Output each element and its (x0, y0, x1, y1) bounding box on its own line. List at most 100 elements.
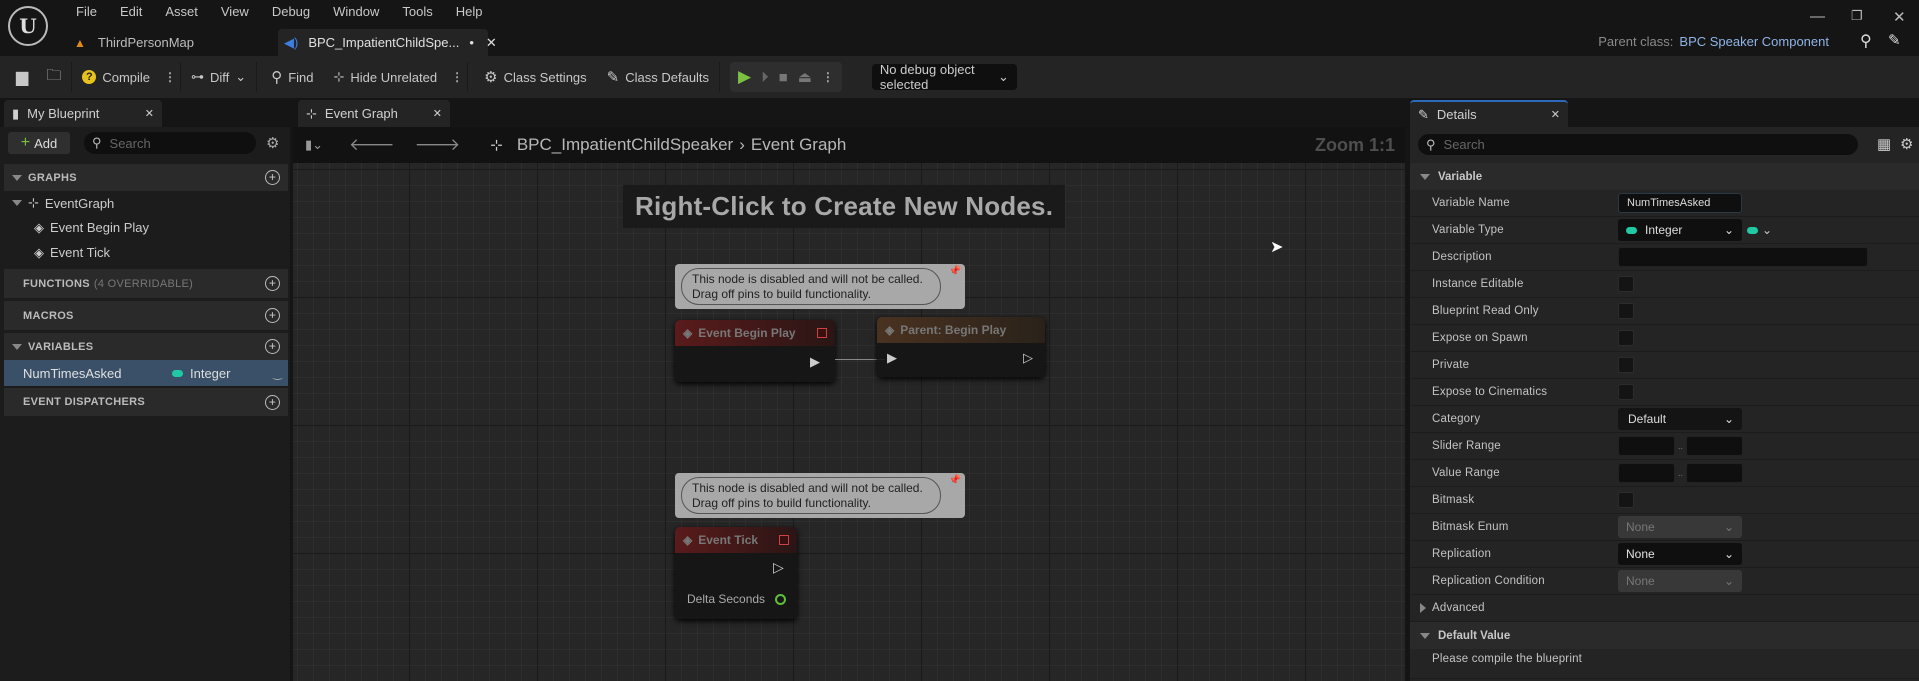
menu-debug[interactable]: Debug (262, 4, 323, 20)
close-icon[interactable]: ✕ (1551, 108, 1560, 121)
visibility-eye-icon[interactable]: ‿ (273, 367, 282, 380)
class-settings-button[interactable]: ⚙ Class Settings (468, 56, 597, 98)
parent-class-link[interactable]: BPC Speaker Component (1679, 34, 1829, 49)
play-icon[interactable]: ▶ (738, 67, 751, 87)
tab-third-person-map[interactable]: ▲ ThirdPersonMap (68, 29, 268, 56)
menu-file[interactable]: File (66, 4, 110, 20)
menu-window[interactable]: Window (323, 4, 392, 20)
pin-icon[interactable]: 📌 (949, 266, 961, 277)
table-view-icon[interactable]: ▦ (1877, 135, 1891, 153)
description-input[interactable] (1618, 247, 1868, 267)
menu-edit[interactable]: Edit (110, 4, 155, 20)
pin-icon[interactable]: 📌 (949, 475, 961, 486)
event-graph-canvas[interactable]: ▮⌄ 🡐 🡒 ⊹ BPC_ImpatientChildSpeaker › Eve… (293, 127, 1405, 681)
add-function-icon[interactable]: + (265, 276, 280, 291)
hide-unrelated-button[interactable]: ⊹ Hide Unrelated (323, 56, 447, 98)
exec-in-pin[interactable]: ▶ (887, 350, 897, 366)
graph-item-event-begin-play[interactable]: ◈ Event Begin Play (4, 215, 288, 240)
menu-tools[interactable]: Tools (392, 4, 445, 20)
delegate-pin-icon[interactable] (817, 328, 827, 338)
compile-button[interactable]: ? Compile (72, 56, 160, 98)
save-button[interactable]: ▆ (0, 56, 36, 98)
diff-button[interactable]: ⊶ Diff ⌄ (181, 56, 256, 98)
menu-asset[interactable]: Asset (155, 4, 211, 20)
value-range-max-input[interactable] (1686, 463, 1744, 483)
add-dispatcher-icon[interactable]: + (265, 394, 280, 410)
section-macros[interactable]: MACROS + (4, 301, 288, 330)
graph-item-eventgraph[interactable]: ⊹ EventGraph (4, 191, 288, 215)
delegate-pin-icon[interactable] (779, 535, 789, 545)
category-combobox[interactable]: Default ⌄ (1618, 408, 1742, 430)
class-defaults-button[interactable]: ✎ Class Defaults (597, 56, 719, 98)
play-options-icon[interactable]: ⋮ (822, 70, 834, 84)
float-pin[interactable] (775, 594, 786, 605)
bitmask-checkbox[interactable] (1618, 492, 1634, 508)
blueprint-search-input[interactable]: ⚲ Search (84, 132, 256, 154)
section-variable[interactable]: Variable (1410, 163, 1919, 190)
browse-parent-icon[interactable]: ⚲ (1860, 31, 1872, 51)
browse-button[interactable]: 🗀 (36, 56, 71, 98)
minimize-icon[interactable]: — (1810, 8, 1825, 25)
tab-my-blueprint[interactable]: ▮ My Blueprint ✕ (4, 100, 162, 127)
breadcrumb-graph[interactable]: Event Graph (751, 135, 846, 155)
edit-parent-icon[interactable]: ✎ (1888, 31, 1901, 49)
row-advanced[interactable]: Advanced (1410, 595, 1919, 622)
forward-arrow-icon[interactable]: 🡒 (415, 135, 461, 155)
menu-view[interactable]: View (211, 4, 262, 20)
eject-icon[interactable]: ⏏ (798, 68, 812, 86)
details-search-input[interactable]: ⚲ Search (1418, 134, 1858, 155)
expose-on-spawn-checkbox[interactable] (1618, 330, 1634, 346)
find-button[interactable]: ⚲ Find (257, 56, 323, 98)
section-event-dispatchers[interactable]: EVENT DISPATCHERS + (4, 388, 288, 416)
restore-icon[interactable]: ❐ (1851, 8, 1863, 24)
close-tab-icon[interactable]: ✕ (486, 35, 497, 51)
variable-name-input[interactable]: NumTimesAsked (1618, 193, 1742, 213)
close-window-icon[interactable]: ✕ (1893, 8, 1906, 26)
add-graph-icon[interactable]: + (265, 170, 280, 185)
variable-item[interactable]: NumTimesAsked Integer ‿ (4, 360, 288, 386)
section-variables[interactable]: VARIABLES + (4, 333, 288, 360)
container-type-dropdown[interactable]: ⌄ (1747, 223, 1772, 237)
value-range-min-input[interactable] (1618, 463, 1675, 483)
unreal-logo-icon[interactable]: U (8, 6, 48, 46)
debug-object-select[interactable]: No debug object selected ⌄ (871, 62, 1017, 92)
bookmark-icon[interactable]: ▮⌄ (305, 137, 323, 153)
hide-unrelated-options-icon[interactable]: ⋮ (447, 70, 467, 84)
disabled-node-comment[interactable]: This node is disabled and will not be ca… (675, 264, 965, 309)
tab-event-graph[interactable]: ⊹ Event Graph ✕ (298, 100, 450, 127)
section-functions[interactable]: FUNCTIONS (4 OVERRIDABLE) + (4, 269, 288, 298)
exec-out-pin[interactable]: ▷ (1023, 350, 1033, 366)
tab-details[interactable]: ✎ Details ✕ (1410, 100, 1568, 127)
node-parent-begin-play[interactable]: ◈ Parent: Begin Play ▶ ▷ (877, 317, 1045, 377)
disabled-node-comment[interactable]: This node is disabled and will not be ca… (675, 473, 965, 518)
blueprint-read-only-checkbox[interactable] (1618, 303, 1634, 319)
replication-dropdown[interactable]: None ⌄ (1618, 543, 1742, 565)
settings-gear-icon[interactable]: ⚙ (266, 134, 279, 152)
node-event-begin-play[interactable]: ◈ Event Begin Play ▶ (675, 320, 835, 382)
settings-gear-icon[interactable]: ⚙ (1900, 135, 1913, 153)
private-checkbox[interactable] (1618, 357, 1634, 373)
expose-to-cinematics-checkbox[interactable] (1618, 384, 1634, 400)
add-macro-icon[interactable]: + (265, 308, 280, 323)
slider-range-min-input[interactable] (1618, 436, 1675, 456)
compile-options-icon[interactable]: ⋮ (160, 70, 180, 84)
variable-type-dropdown[interactable]: Integer ⌄ (1618, 219, 1742, 241)
replication-condition-dropdown[interactable]: None ⌄ (1618, 570, 1742, 592)
add-button[interactable]: + Add (8, 132, 70, 154)
back-arrow-icon[interactable]: 🡐 (349, 135, 395, 155)
exec-out-pin[interactable]: ▷ (773, 559, 784, 576)
graph-item-event-tick[interactable]: ◈ Event Tick (4, 240, 288, 265)
slider-range-max-input[interactable] (1686, 436, 1744, 456)
stop-icon[interactable]: ■ (779, 69, 788, 86)
exec-out-pin[interactable]: ▶ (810, 354, 820, 370)
node-event-tick[interactable]: ◈ Event Tick ▷ Delta Seconds (675, 527, 797, 619)
breadcrumb-blueprint[interactable]: BPC_ImpatientChildSpeaker (517, 135, 733, 155)
close-icon[interactable]: ✕ (145, 107, 154, 120)
menu-help[interactable]: Help (446, 4, 496, 20)
tab-blueprint-editor[interactable]: ◀) BPC_ImpatientChildSpe... • ✕ (278, 29, 497, 56)
section-graphs[interactable]: GRAPHS + (4, 164, 288, 191)
instance-editable-checkbox[interactable] (1618, 276, 1634, 292)
add-variable-icon[interactable]: + (265, 339, 280, 354)
section-default-value[interactable]: Default Value (1410, 622, 1919, 649)
close-icon[interactable]: ✕ (433, 107, 442, 120)
